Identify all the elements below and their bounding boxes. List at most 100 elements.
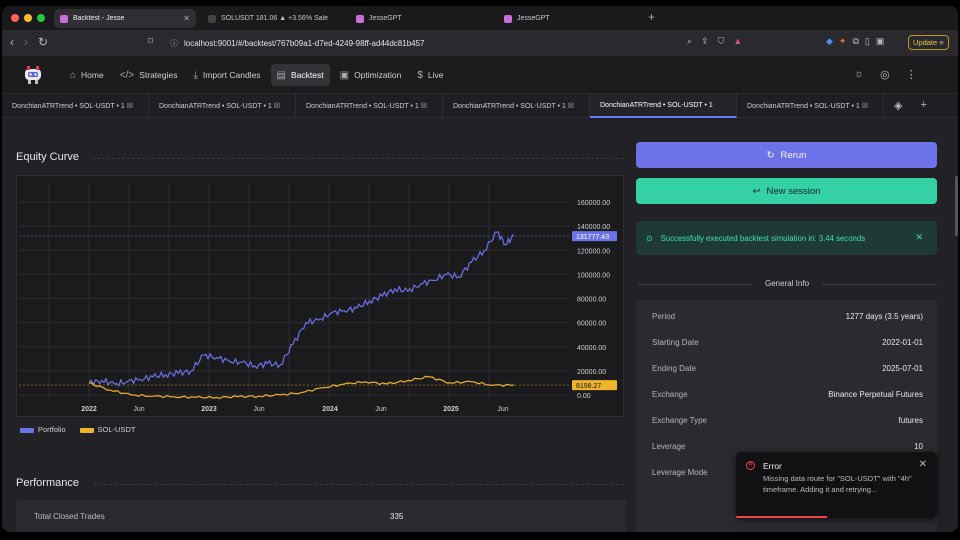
forward-arrow-icon[interactable]: › xyxy=(24,35,28,49)
back-arrow-icon: ↩ xyxy=(752,185,761,197)
close-window-button[interactable] xyxy=(11,14,19,22)
site-info-icon[interactable]: ⓘ xyxy=(170,38,178,49)
jesse-logo-icon[interactable] xyxy=(22,65,44,85)
new-tab-plus-icon[interactable]: + xyxy=(648,10,655,24)
toast-progress-bar xyxy=(736,516,827,518)
equity-chart-svg: 160000.00 140000.00 120000.00 100000.00 8000… xyxy=(19,184,617,413)
error-icon: ✕ xyxy=(746,461,755,470)
info-row-period: Period 1277 days (3.5 years) xyxy=(652,312,923,321)
browser-tab-strip: Backtest - Jesse ✕ SOLUSDT 181.06 ▲ +3.5… xyxy=(2,6,958,30)
address-bar-actions: ⌕ ⇪ ⛉ ▲ xyxy=(687,36,742,47)
extensions: ◆ ✦ ⧉ ▯ ▣ xyxy=(826,36,884,47)
sidebar-icon[interactable]: ▯ xyxy=(865,36,870,47)
puzzle-icon[interactable]: ⧉ xyxy=(852,36,858,47)
legend-portfolio[interactable]: Portfolio xyxy=(20,425,66,434)
nav-strategies[interactable]: </> Strategies xyxy=(114,64,184,86)
maximize-window-button[interactable] xyxy=(37,14,45,22)
divider xyxy=(94,484,624,485)
info-row-ending-date: Ending Date 2025-07-01 xyxy=(652,364,923,373)
close-session-tab-icon[interactable]: ☒ xyxy=(421,102,427,110)
home-icon: ⌂ xyxy=(70,69,77,81)
y-tick-label: 120000.00 xyxy=(577,248,610,255)
jesse-favicon-icon xyxy=(60,14,68,23)
app-header: ⌂ Home </> Strategies ⤓ Import Candles ▤ Bac… xyxy=(2,56,958,94)
y-tick-label: 40000.00 xyxy=(577,345,606,352)
update-button[interactable]: Update ≡ xyxy=(908,35,949,50)
perf-row-total-closed-trades: Total Closed Trades 335 xyxy=(16,500,626,532)
session-tab[interactable]: DonchianATRTrend • SOL-USDT • 1 ☒ xyxy=(296,94,443,118)
nav-home[interactable]: ⌂ Home xyxy=(64,64,110,86)
rewards-triangle-icon[interactable]: ▲ xyxy=(733,36,742,47)
add-session-plus-icon[interactable]: + xyxy=(920,99,926,112)
info-row-exchange: Exchange Binance Perpetual Futures xyxy=(652,390,923,399)
url-field[interactable]: ⓘ localhost:9001/#/backtest/767b09a1-d7e… xyxy=(160,34,708,52)
minimize-window-button[interactable] xyxy=(24,14,32,22)
main-nav: ⌂ Home </> Strategies ⤓ Import Candles ▤ Bac… xyxy=(64,64,449,86)
toast-title: Error xyxy=(763,461,782,471)
portfolio-series-line xyxy=(88,231,515,387)
header-actions: ☼ ◎ ⋮ xyxy=(854,68,917,81)
session-tabs: DonchianATRTrend • SOL-USDT • 1 ☒ Donchia… xyxy=(2,94,958,118)
new-session-button[interactable]: ↩ New session xyxy=(636,178,937,204)
info-row-exchange-type: Exchange Type futures xyxy=(652,416,923,425)
x-tick-label: 2024 xyxy=(322,406,338,413)
session-tab[interactable]: DonchianATRTrend • SOL-USDT • 1 ☒ xyxy=(443,94,590,118)
back-arrow-icon[interactable]: ‹ xyxy=(10,35,14,49)
browser-tab-3[interactable]: JesseGPT xyxy=(350,9,492,28)
close-tab-icon[interactable]: ✕ xyxy=(183,14,190,23)
x-tick-label: 2025 xyxy=(443,406,459,413)
zoom-icon[interactable]: ⌕ xyxy=(687,36,692,47)
close-session-tab-icon[interactable]: ☒ xyxy=(568,102,574,110)
more-options-icon[interactable]: ⋮ xyxy=(906,68,917,81)
close-session-tab-icon[interactable]: ☒ xyxy=(127,102,133,110)
share-icon[interactable]: ⇪ xyxy=(701,36,709,47)
close-alert-icon[interactable]: ✕ xyxy=(915,232,923,243)
close-session-tab-icon[interactable]: ☒ xyxy=(274,102,280,110)
x-tick-label: Jun xyxy=(253,406,264,413)
help-lifebuoy-icon[interactable]: ◎ xyxy=(880,68,890,81)
page-scrollbar[interactable] xyxy=(955,176,958,236)
brave-shield-icon[interactable]: ⛉ xyxy=(718,36,725,47)
url-text: localhost:9001/#/backtest/767b09a1-d7ed-… xyxy=(184,38,425,48)
legend-sol-usdt[interactable]: SOL-USDT xyxy=(79,425,135,434)
session-tab[interactable]: DonchianATRTrend • SOL-USDT • 1 ☒ xyxy=(2,94,149,118)
nav-live[interactable]: $ Live xyxy=(411,64,449,86)
equity-chart[interactable]: 160000.00 140000.00 120000.00 100000.00 8000… xyxy=(16,175,624,417)
session-tab-actions: ◈ + xyxy=(894,99,927,112)
divider xyxy=(92,158,624,159)
wallet-icon[interactable]: ▣ xyxy=(876,36,885,47)
session-tab[interactable]: DonchianATRTrend • SOL-USDT • 1 ☒ xyxy=(149,94,296,118)
browser-nav: ‹ › ↻ xyxy=(10,35,48,49)
layers-icon[interactable]: ◈ xyxy=(894,99,902,112)
window-controls xyxy=(11,14,45,22)
performance-title: Performance xyxy=(16,477,79,489)
nav-backtest[interactable]: ▤ Backtest xyxy=(270,64,330,86)
session-tab[interactable]: DonchianATRTrend • SOL-USDT • 1 ☒ xyxy=(737,94,884,118)
nav-import-candles[interactable]: ⤓ Import Candles xyxy=(187,64,266,86)
browser-tab-4[interactable]: JesseGPT xyxy=(498,9,640,28)
extension-icon[interactable]: ◆ xyxy=(826,36,833,47)
refresh-icon: ↻ xyxy=(766,149,775,161)
browser-tab-1[interactable]: Backtest - Jesse ✕ xyxy=(54,9,196,28)
reload-icon[interactable]: ↻ xyxy=(38,35,48,49)
browser-tab-2[interactable]: SOLUSDT 181.06 ▲ +3.56% Sale xyxy=(202,9,344,28)
x-tick-label: 2022 xyxy=(81,406,97,413)
success-alert: ⊙ Successfully executed backtest simulat… xyxy=(636,221,937,255)
y-tick-label: 140000.00 xyxy=(577,224,610,231)
bookmark-icon[interactable]: ⌑ xyxy=(148,36,153,47)
theme-toggle-sun-icon[interactable]: ☼ xyxy=(854,68,864,81)
code-icon: </> xyxy=(119,69,135,81)
y-tick-label: 80000.00 xyxy=(577,297,606,304)
extension-icon[interactable]: ✦ xyxy=(839,36,847,47)
close-toast-icon[interactable]: ✕ xyxy=(919,459,927,470)
portfolio-last-value-label: 131777.43 xyxy=(576,234,609,241)
x-tick-label: 2023 xyxy=(201,406,217,413)
update-label: Update xyxy=(913,38,938,47)
tradingview-favicon-icon xyxy=(208,14,216,23)
x-tick-label: Jun xyxy=(133,406,144,413)
nav-optimization[interactable]: ▣ Optimization xyxy=(334,64,408,86)
rerun-button[interactable]: ↻ Rerun xyxy=(636,142,937,168)
close-session-tab-icon[interactable]: ☒ xyxy=(862,102,868,110)
session-tab-active[interactable]: DonchianATRTrend • SOL-USDT • 1 xyxy=(590,94,737,118)
chip-icon: ▣ xyxy=(339,69,350,81)
